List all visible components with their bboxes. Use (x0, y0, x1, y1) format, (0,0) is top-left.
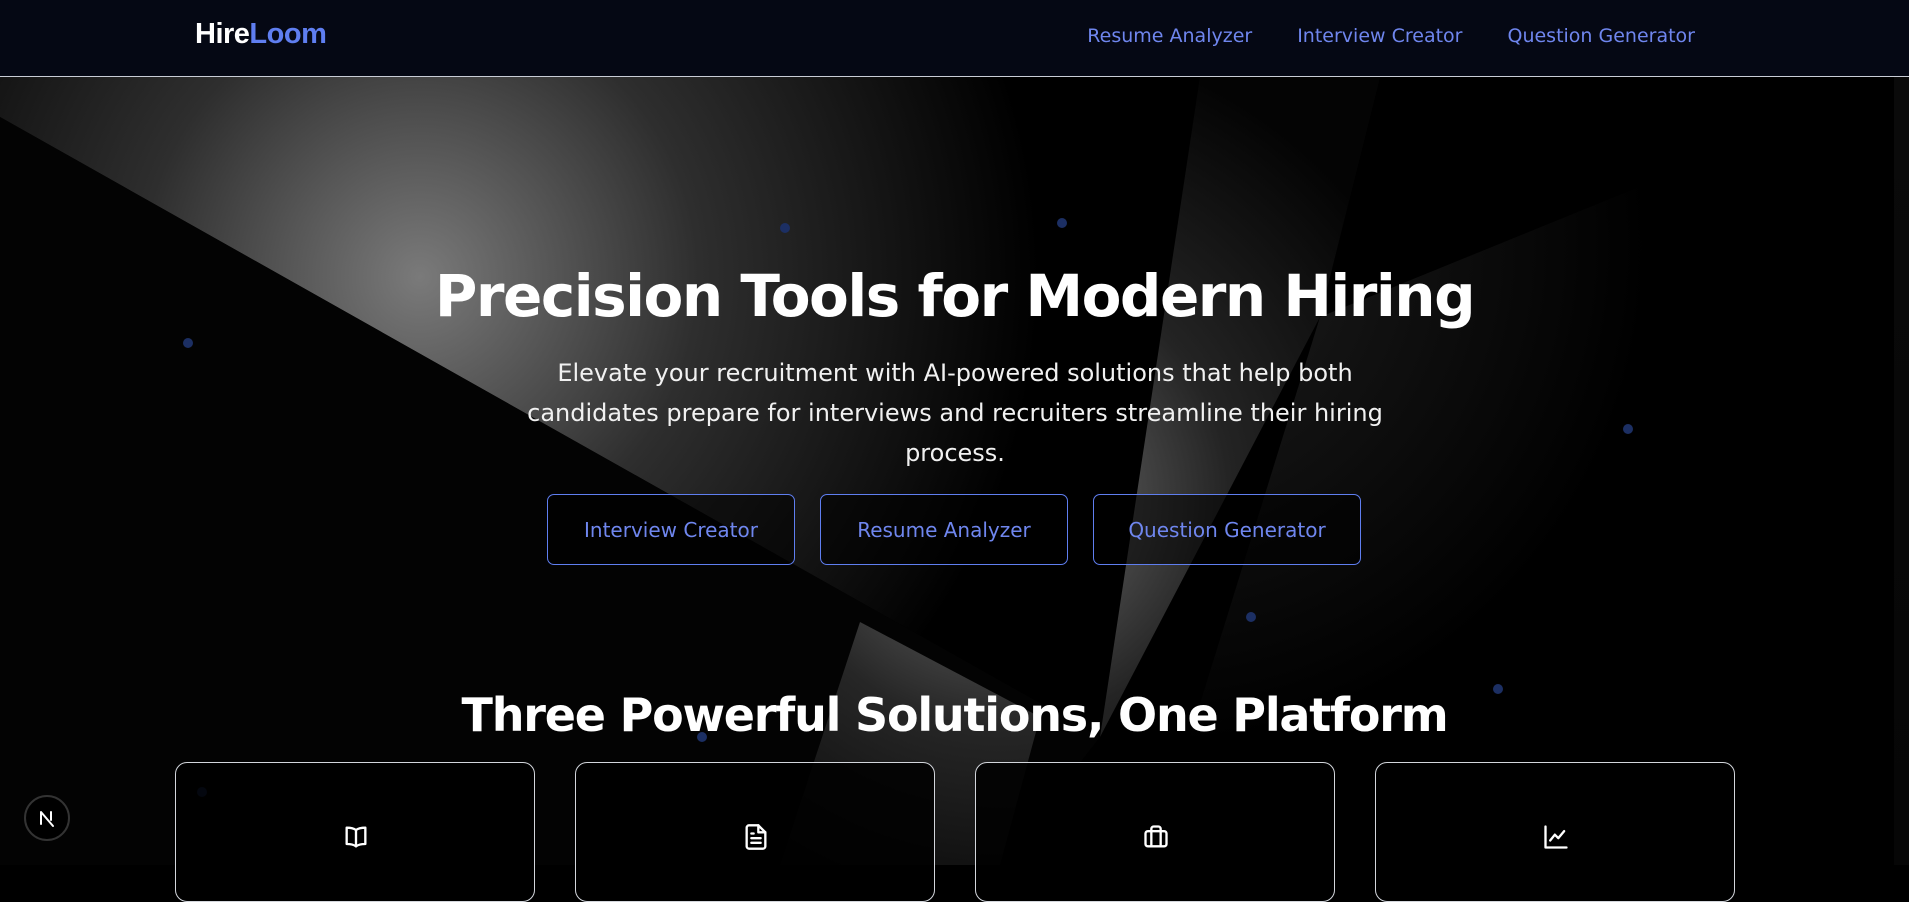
main-nav: Resume Analyzer Interview Creator Questi… (1087, 25, 1695, 47)
particle-dot (1246, 612, 1256, 622)
book-open-icon (345, 826, 367, 848)
top-navbar: HireLoom Resume Analyzer Interview Creat… (0, 0, 1909, 77)
hero-cta-row: Interview Creator Resume Analyzer Questi… (547, 494, 1361, 565)
document-icon (745, 824, 767, 850)
question-generator-button[interactable]: Question Generator (1093, 494, 1361, 565)
logo-part-loom: Loom (249, 18, 327, 50)
solution-card[interactable] (1375, 762, 1735, 902)
interview-creator-button[interactable]: Interview Creator (547, 494, 795, 565)
particle-dot (1057, 218, 1067, 228)
line-chart-icon (1544, 825, 1568, 849)
nav-link-question-generator[interactable]: Question Generator (1507, 25, 1695, 47)
solution-card[interactable] (175, 762, 535, 902)
logo-part-hire: Hire (195, 18, 250, 50)
nav-link-interview-creator[interactable]: Interview Creator (1297, 25, 1462, 47)
particle-dot (780, 223, 790, 233)
nav-link-resume-analyzer[interactable]: Resume Analyzer (1087, 25, 1252, 47)
logo[interactable]: HireLoom (195, 18, 327, 51)
hero-title: Precision Tools for Modern Hiring (434, 262, 1476, 330)
solution-cards (175, 762, 1735, 902)
nextjs-logo-icon (40, 811, 54, 827)
nextjs-dev-badge[interactable] (24, 795, 70, 841)
solution-card[interactable] (575, 762, 935, 902)
resume-analyzer-button[interactable]: Resume Analyzer (820, 494, 1068, 565)
particle-dot (183, 338, 193, 348)
particle-dot (1623, 424, 1633, 434)
solutions-heading: Three Powerful Solutions, One Platform (461, 688, 1449, 742)
solution-card[interactable] (975, 762, 1335, 902)
right-edge-strip (1894, 77, 1909, 865)
hero-subtitle: Elevate your recruitment with AI-powered… (527, 359, 1383, 467)
briefcase-icon (1144, 825, 1168, 848)
